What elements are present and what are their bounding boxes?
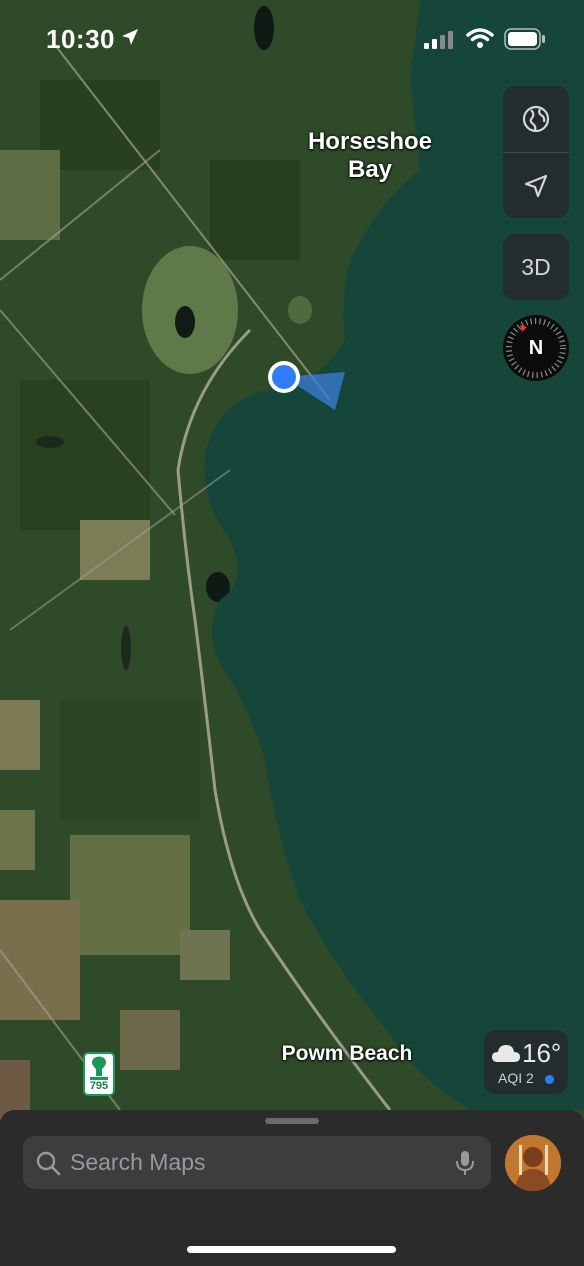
microphone-icon[interactable] bbox=[455, 1149, 475, 1177]
search-maps-field[interactable]: Search Maps bbox=[23, 1136, 491, 1189]
map-mode-button[interactable] bbox=[503, 86, 569, 152]
maps-screen: 10:30 Horseshoe Bay 3D N Powm Beach 795 … bbox=[0, 0, 584, 1266]
location-arrow-icon bbox=[524, 174, 548, 198]
search-icon bbox=[36, 1151, 61, 1176]
aqi-indicator-dot bbox=[545, 1075, 554, 1084]
weather-widget[interactable]: 16° AQI 2 bbox=[484, 1030, 568, 1094]
temperature: 16° bbox=[522, 1038, 562, 1068]
compass-button[interactable]: N bbox=[503, 315, 569, 381]
sheet-grabber[interactable] bbox=[265, 1118, 319, 1124]
cellular-signal-icon bbox=[424, 31, 453, 49]
3d-toggle-button[interactable]: 3D bbox=[503, 234, 569, 300]
route-number: 795 bbox=[89, 1080, 109, 1092]
wifi-icon bbox=[466, 28, 494, 48]
bottom-sheet[interactable]: Search Maps bbox=[0, 1110, 584, 1266]
search-placeholder: Search Maps bbox=[70, 1149, 206, 1175]
air-quality-index: AQI 2 bbox=[498, 1070, 534, 1086]
cloud-icon bbox=[492, 1045, 520, 1062]
status-time: 10:30 bbox=[46, 24, 115, 54]
place-label-line: Bay bbox=[347, 156, 393, 183]
place-label-powm-beach[interactable]: Powm Beach bbox=[262, 1042, 432, 1066]
battery-icon bbox=[504, 28, 545, 50]
avatar-image bbox=[505, 1135, 561, 1191]
profile-avatar[interactable] bbox=[505, 1135, 561, 1191]
route-shield: 795 bbox=[83, 1052, 115, 1096]
compass-north-label: N bbox=[528, 336, 544, 359]
location-services-icon bbox=[122, 29, 138, 45]
place-label-line: Horseshoe bbox=[307, 128, 433, 155]
provincial-route-icon bbox=[90, 1056, 108, 1080]
status-bar: 10:30 bbox=[0, 0, 584, 78]
map-controls bbox=[503, 86, 569, 218]
locate-me-button[interactable] bbox=[503, 153, 569, 219]
globe-icon bbox=[522, 105, 550, 133]
place-label-horseshoe-bay[interactable]: Horseshoe Bay bbox=[290, 128, 450, 184]
home-indicator[interactable] bbox=[187, 1246, 396, 1253]
